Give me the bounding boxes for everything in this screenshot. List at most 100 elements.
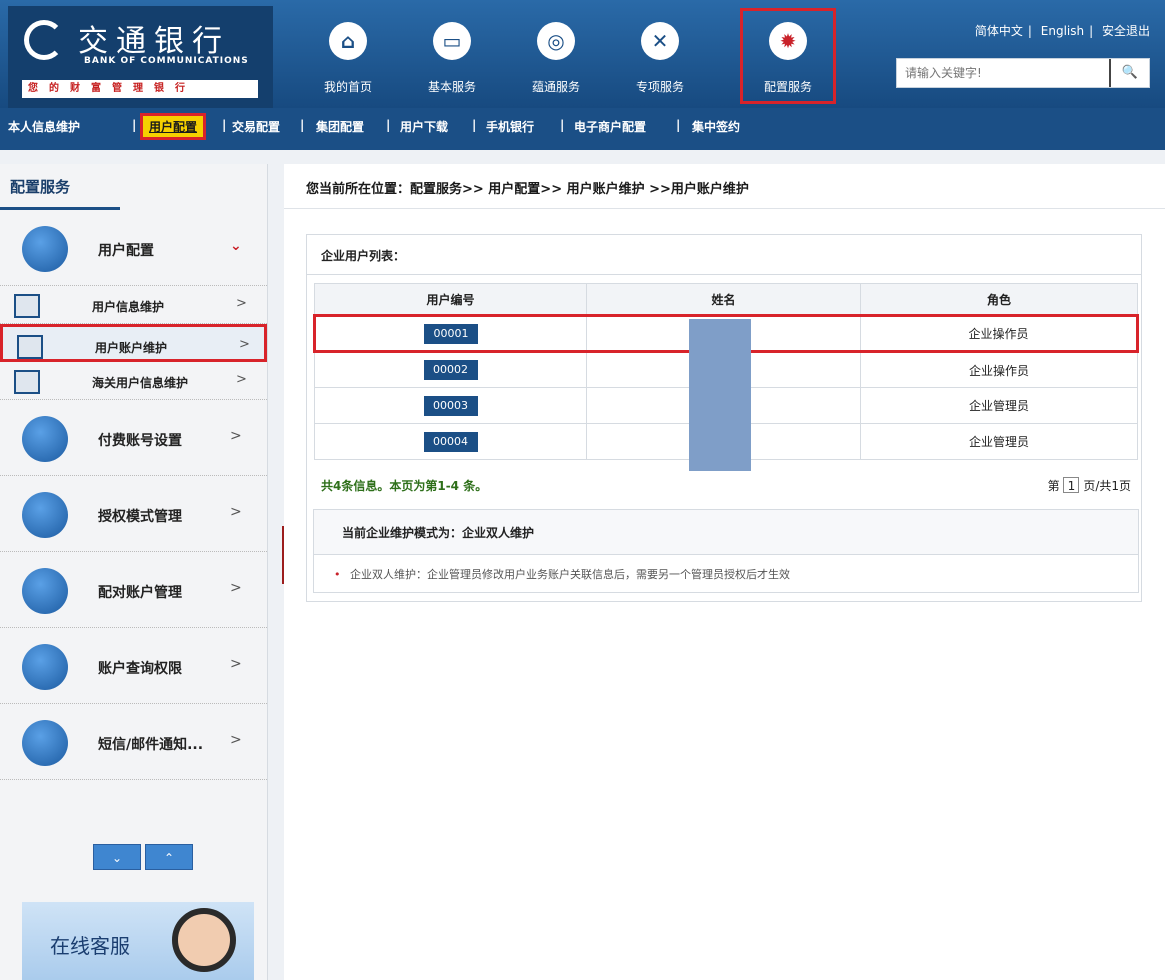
nav-basic-service[interactable]: ▭ 基本服务 [404, 14, 500, 100]
user-id-link[interactable]: 00003 [423, 395, 478, 416]
table-header-row: 用户编号 姓名 角色 [314, 283, 1138, 316]
sidebar: 配置服务 用户配置 ⌄ 用户信息维护 > 用户账户维护 > 海关用户信息维护 >… [0, 164, 268, 980]
nav-special-service[interactable]: ✕ 专项服务 [612, 14, 708, 100]
user-id-link[interactable]: 00004 [423, 431, 478, 452]
subnav-separator: | [472, 118, 477, 132]
sms-email-icon [22, 720, 68, 766]
logout-link[interactable]: 安全退出 [1102, 24, 1150, 38]
sidebar-item-user-account[interactable]: 用户账户维护 > [0, 324, 267, 362]
gear-icon: ✹ [769, 22, 807, 60]
user-list-panel: 企业用户列表： 用户编号 姓名 角色 00001 企业操作员 00002 企业操… [306, 234, 1142, 602]
scroll-down-button[interactable]: ⌄ [93, 844, 141, 870]
name-redaction-mask [689, 319, 751, 471]
column-header: 姓名 [586, 283, 861, 316]
search-box: 🔍 [896, 58, 1150, 88]
nav-special-service-label: 专项服务 [635, 80, 684, 94]
lang-english-link[interactable]: English [1041, 24, 1084, 38]
sidebar-item-user-info[interactable]: 用户信息维护 > [0, 286, 267, 324]
sidebar-group-label: 账户查询权限 [98, 661, 182, 677]
chevron-right-icon: > [230, 580, 242, 596]
nav-yuntong-service-label: 蕴通服务 [531, 80, 580, 94]
page-number-input[interactable]: 1 [1063, 477, 1080, 493]
sidebar-item-label: 海关用户信息维护 [92, 376, 189, 390]
pagination: 第 1 页/共1页 [1048, 477, 1131, 494]
user-config-icon [22, 226, 68, 272]
panel-title: 企业用户列表： [307, 235, 1141, 275]
nav-config-service[interactable]: ✹ 配置服务 [740, 8, 836, 104]
chevron-right-icon: > [230, 656, 242, 672]
nav-home-label: 我的首页 [323, 80, 372, 94]
nav-config-service-label: 配置服务 [763, 80, 812, 94]
sidebar-group-label: 付费账号设置 [98, 433, 182, 449]
logo-english-name: BANK OF COMMUNICATIONS [84, 56, 249, 66]
pager-prefix: 第 [1047, 479, 1060, 493]
scroll-up-button[interactable]: ⌃ [145, 844, 193, 870]
user-role-cell: 企业操作员 [860, 351, 1138, 388]
breadcrumb-divider [284, 208, 1165, 209]
main-content: 您当前所在位置：配置服务>> 用户配置>> 用户账户维护 >>用户账户维护 企业… [284, 164, 1165, 980]
lang-chinese-link[interactable]: 简体中文 [975, 24, 1023, 38]
subnav-group-config[interactable]: 集团配置 [316, 118, 364, 135]
sidebar-group-auth-mode[interactable]: 授权模式管理 > [0, 476, 267, 552]
user-account-icon [17, 335, 43, 359]
nav-home[interactable]: ⌂ 我的首页 [300, 14, 396, 100]
bullet-icon: • [334, 568, 341, 581]
breadcrumb: 您当前所在位置：配置服务>> 用户配置>> 用户账户维护 >>用户账户维护 [306, 182, 749, 197]
subnav-mobile-banking[interactable]: 手机银行 [486, 118, 534, 135]
service-agent-image [172, 908, 236, 972]
monitor-icon: ▭ [433, 22, 471, 60]
chevron-right-icon: > [236, 296, 247, 311]
sidebar-group-payment-account[interactable]: 付费账号设置 > [0, 400, 267, 476]
subnav-centralized-signing[interactable]: 集中签约 [692, 118, 740, 135]
subnav-separator: | [222, 118, 227, 132]
sidebar-group-label: 配对账户管理 [98, 585, 182, 601]
subnav-user-config[interactable]: 用户配置 [140, 113, 207, 140]
subnav-trade-config[interactable]: 交易配置 [232, 118, 280, 135]
subnav-user-download[interactable]: 用户下载 [400, 118, 448, 135]
sidebar-title: 配置服务 [0, 164, 120, 210]
nav-basic-service-label: 基本服务 [427, 80, 476, 94]
subnav-separator: | [560, 118, 565, 132]
sidebar-group-label: 短信/邮件通知... [98, 737, 204, 753]
maintenance-mode: 当前企业维护模式为：企业双人维护 [313, 509, 1139, 555]
user-id-cell: 00001 [313, 314, 587, 353]
chevron-down-icon: ⌄ [230, 238, 242, 254]
search-input[interactable] [897, 59, 1097, 87]
user-id-link[interactable]: 00002 [423, 360, 478, 380]
subnav-separator: | [132, 118, 137, 132]
sidebar-group-user-config[interactable]: 用户配置 ⌄ [0, 210, 267, 286]
account-query-icon [22, 644, 68, 690]
logo-chinese-name: 交通银行 [78, 24, 230, 59]
user-role-cell: 企业操作员 [860, 314, 1139, 353]
customs-user-icon [14, 370, 40, 394]
sidebar-group-sms-email[interactable]: 短信/邮件通知... > [0, 704, 267, 780]
user-id-cell: 00003 [314, 387, 587, 424]
subnav-personal-info[interactable]: 本人信息维护 [8, 118, 80, 135]
language-links: 简体中文 | English | 安全退出 [974, 24, 1150, 38]
swirl-icon: ◎ [537, 22, 575, 60]
chevron-right-icon: > [236, 372, 247, 387]
bank-logo-icon [24, 20, 64, 60]
user-role-cell: 企业管理员 [860, 387, 1138, 424]
sidebar-item-label: 用户账户维护 [95, 341, 168, 355]
user-id-cell: 00002 [314, 351, 587, 388]
bank-logo[interactable]: 交通银行 BANK OF COMMUNICATIONS 您的财富管理银行 [8, 6, 273, 108]
sidebar-group-label: 授权模式管理 [98, 509, 182, 525]
nav-yuntong-service[interactable]: ◎ 蕴通服务 [508, 14, 604, 100]
payment-account-icon [22, 416, 68, 462]
record-count: 共4条信息。本页为第1-4 条。 [321, 479, 488, 493]
sidebar-group-paired-account[interactable]: 配对账户管理 > [0, 552, 267, 628]
chevron-right-icon: > [230, 428, 242, 444]
sidebar-item-customs-user-info[interactable]: 海关用户信息维护 > [0, 362, 267, 400]
user-id-link[interactable]: 00001 [424, 323, 478, 344]
sidebar-group-label: 用户配置 [98, 243, 154, 259]
online-service-banner[interactable]: 在线客服 [22, 902, 254, 980]
chevron-right-icon: > [230, 732, 242, 748]
subnav-e-merchant-config[interactable]: 电子商户配置 [574, 118, 646, 135]
auth-mode-icon [22, 492, 68, 538]
user-info-icon [14, 294, 40, 318]
sidebar-group-account-query[interactable]: 账户查询权限 > [0, 628, 267, 704]
search-icon[interactable]: 🔍 [1109, 59, 1149, 87]
user-role-cell: 企业管理员 [860, 423, 1138, 460]
sidebar-scroll-buttons: ⌄ ⌃ [93, 844, 193, 870]
